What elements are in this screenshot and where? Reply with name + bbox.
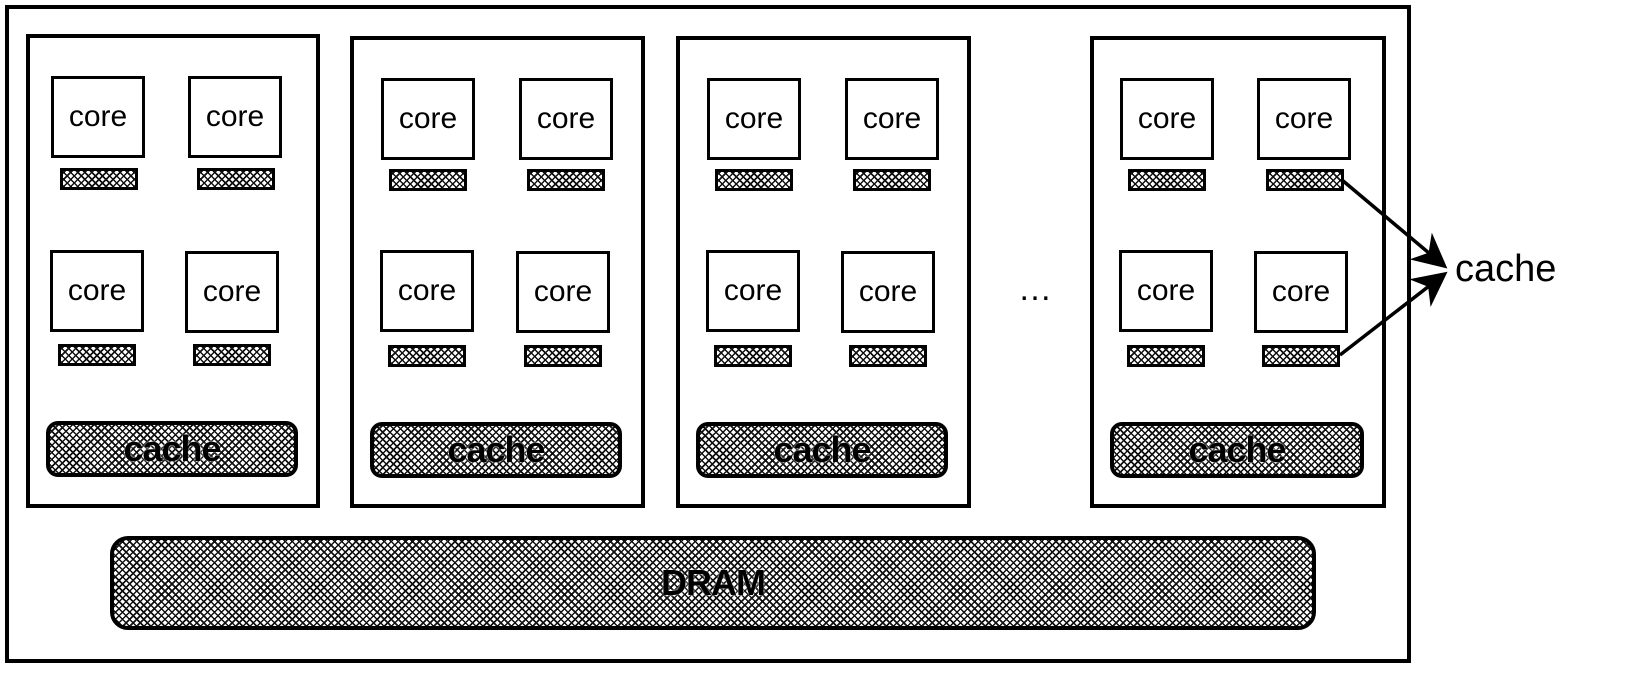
arrow-upper xyxy=(1340,178,1448,269)
arrow-lower xyxy=(1338,271,1448,357)
private-cache-callout-label: cache xyxy=(1455,248,1557,290)
callout-arrows xyxy=(1338,178,1448,357)
